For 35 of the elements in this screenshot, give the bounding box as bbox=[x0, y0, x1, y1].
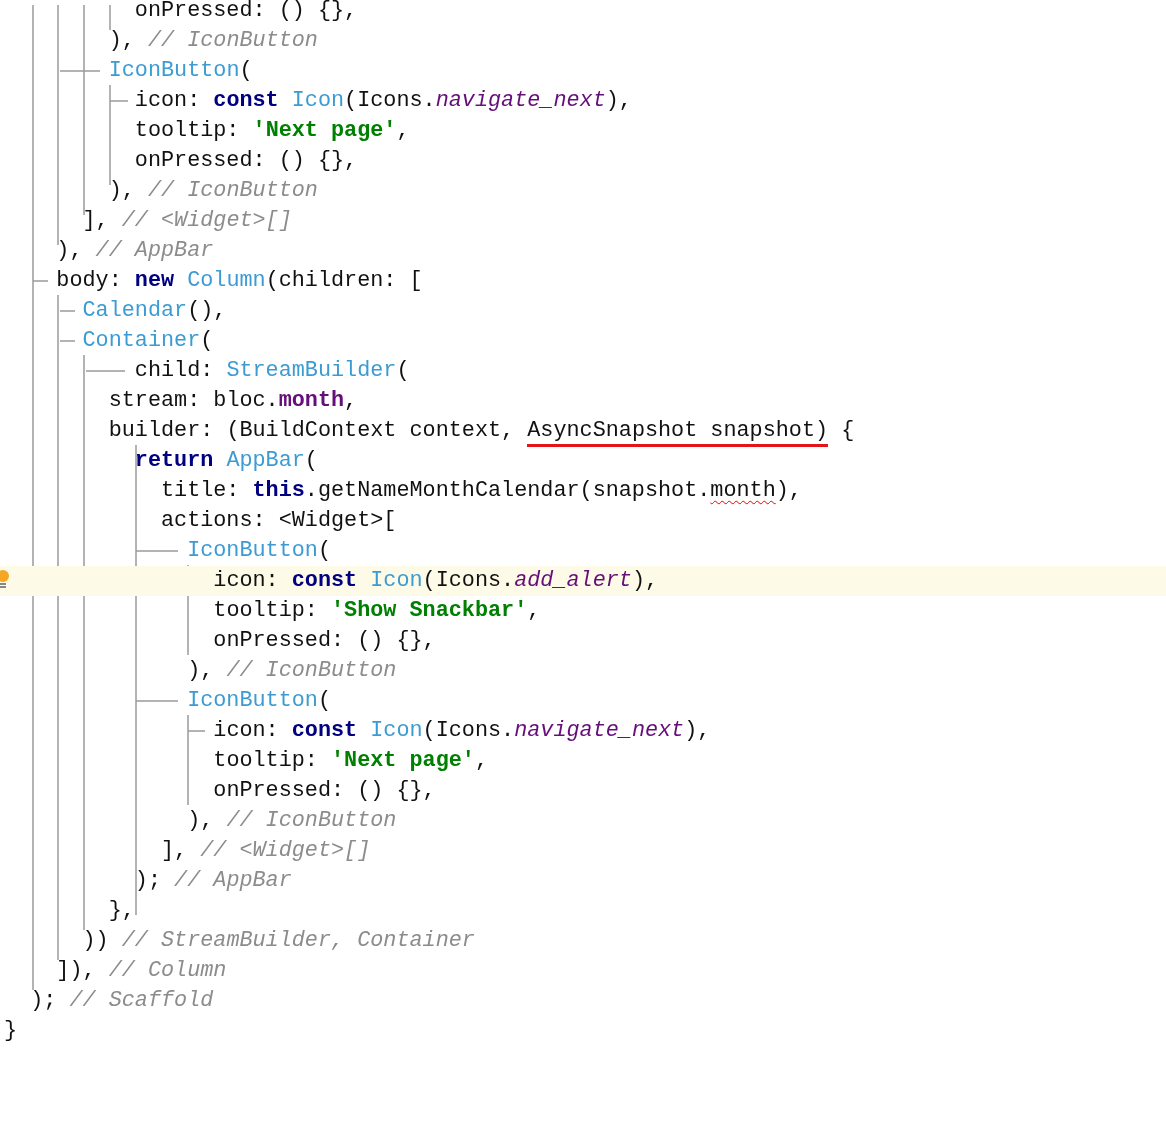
code-line: ), // IconButton bbox=[187, 808, 397, 833]
code-line: onPressed: () {}, bbox=[213, 778, 436, 803]
code-line: IconButton( bbox=[108, 58, 253, 83]
code-line: IconButton( bbox=[187, 688, 332, 713]
code-line: )) // StreamBuilder, Container bbox=[82, 928, 475, 953]
code-line: ), // IconButton bbox=[108, 178, 318, 203]
code-line: ); // Scaffold bbox=[30, 988, 214, 1013]
code-line: IconButton( bbox=[187, 538, 332, 563]
code-line: ), // IconButton bbox=[187, 658, 397, 683]
code-line: }, bbox=[108, 898, 135, 923]
code-line: tooltip: 'Next page', bbox=[213, 748, 488, 773]
code-line: ], // <Widget>[] bbox=[160, 838, 371, 863]
code-line: onPressed: () {}, bbox=[134, 148, 358, 173]
code-line: tooltip: 'Next page', bbox=[134, 118, 410, 143]
code-line: onPressed: () {}, bbox=[213, 628, 436, 653]
code-line: } bbox=[4, 1018, 18, 1043]
code-line: actions: <Widget>[ bbox=[160, 508, 397, 533]
code-line: child: StreamBuilder( bbox=[134, 358, 410, 383]
code-line: body: new Column(children: [ bbox=[56, 268, 423, 293]
code-line: ], // <Widget>[] bbox=[82, 208, 292, 233]
code-line: Container( bbox=[82, 328, 214, 353]
code-line: ), // AppBar bbox=[56, 238, 214, 263]
code-line: title: this.getNameMonthCalendar(snapshot.month), bbox=[160, 478, 802, 503]
code-line: ); // AppBar bbox=[134, 868, 292, 893]
code-line: ), // IconButton bbox=[108, 28, 318, 53]
code-line: icon: const Icon(Icons.navigate_next), bbox=[134, 88, 632, 113]
code-line: onPressed: () {}, bbox=[134, 0, 358, 23]
code-line: stream: bloc.month, bbox=[108, 388, 358, 413]
code-line: ]), // Column bbox=[56, 958, 227, 983]
code-line: Calendar(), bbox=[82, 298, 227, 323]
code-line: tooltip: 'Show Snackbar', bbox=[213, 598, 541, 623]
lightbulb-icon[interactable] bbox=[0, 568, 10, 590]
code-line: icon: const Icon(Icons.navigate_next), bbox=[213, 718, 711, 743]
code-line: return AppBar( bbox=[134, 448, 318, 473]
code-line: icon: const Icon(Icons.add_alert), bbox=[213, 568, 659, 593]
